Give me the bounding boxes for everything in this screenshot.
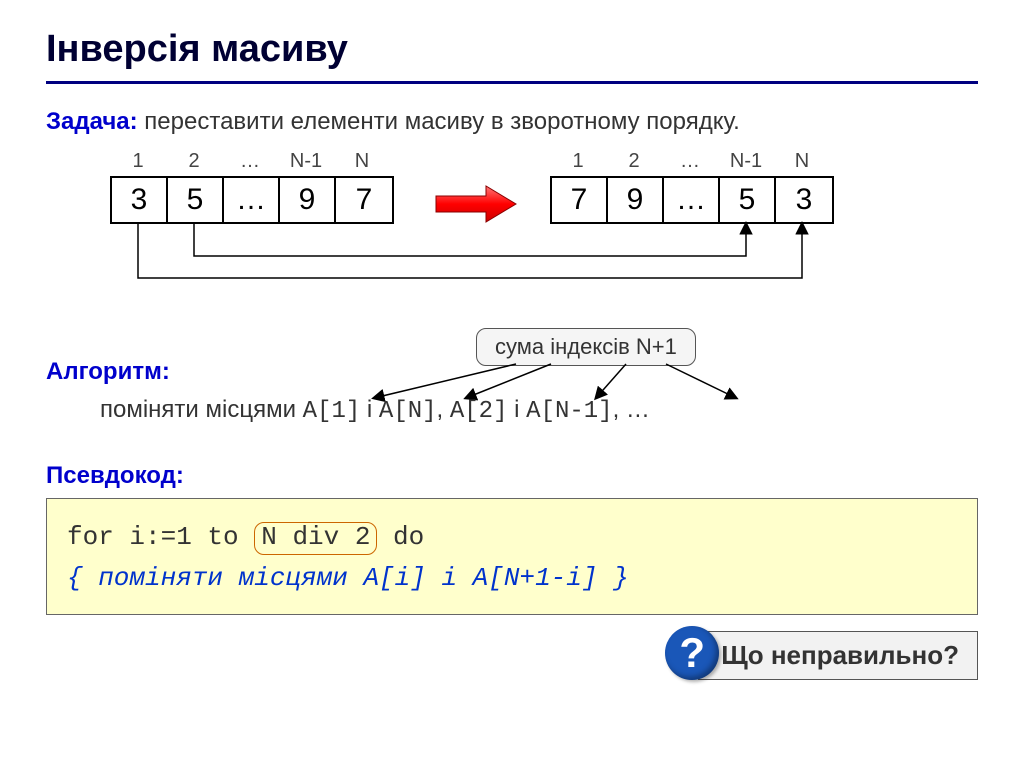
algorithm-block: Алгоритм: сума індексів N+1 поміняти міс…	[46, 328, 978, 448]
code-l1a: for i:=1 to	[67, 522, 254, 552]
question-text: Що неправильно?	[721, 640, 959, 670]
page-title: Інверсія масиву	[46, 28, 978, 71]
pair2b: A[N-1]	[526, 398, 612, 425]
pair2a: A[2]	[450, 398, 508, 425]
array-diagram: 1 2 … N-1 N 3 5 … 9 7 1 2 … N-1 N	[76, 150, 978, 320]
task-label: Задача:	[46, 108, 138, 135]
question-mark-icon: ?	[665, 626, 719, 680]
code-box: for i:=1 to N div 2 do { поміняти місцям…	[46, 498, 978, 615]
divider	[46, 81, 978, 84]
pair1a: A[1]	[303, 398, 361, 425]
algo-pre: поміняти місцями	[100, 396, 303, 423]
task-text: переставити елементи масиву в зворотному…	[138, 108, 740, 135]
algorithm-line: поміняти місцями A[1] і A[N], A[2] і A[N…	[100, 396, 650, 425]
code-line-2: { поміняти місцями A[i] і A[N+1-i] }	[67, 558, 957, 598]
code-highlight: N div 2	[254, 522, 377, 555]
pair1j: і	[360, 396, 379, 423]
pair2j: і	[507, 396, 526, 423]
code-line-1: for i:=1 to N div 2 do	[67, 517, 957, 557]
tail: , …	[613, 396, 650, 423]
sep1: ,	[437, 396, 450, 423]
pseudocode-label: Псевдокод:	[46, 462, 978, 490]
task-line: Задача: переставити елементи масиву в зв…	[46, 106, 978, 138]
connector-lines	[76, 150, 976, 320]
pair1b: A[N]	[379, 398, 437, 425]
code-l1b: do	[377, 522, 424, 552]
question-box: ? Що неправильно?	[698, 631, 978, 680]
